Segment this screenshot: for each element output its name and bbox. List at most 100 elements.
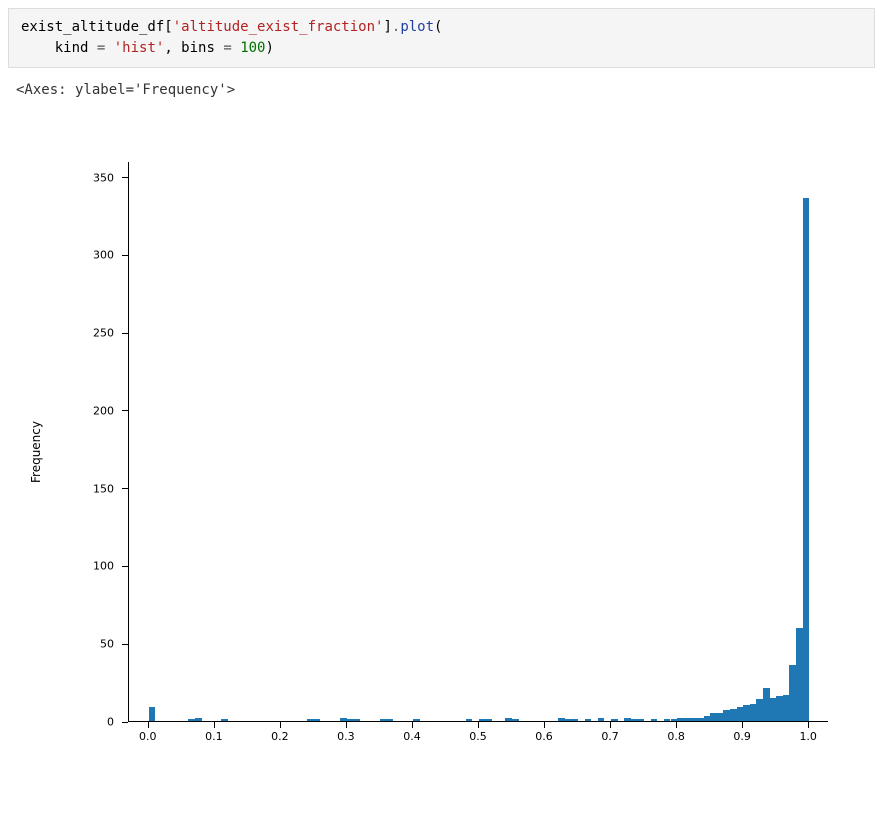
histogram-bar xyxy=(565,719,572,721)
code-token: 100 xyxy=(240,40,265,56)
histogram-bar xyxy=(796,628,803,721)
histogram-bar xyxy=(624,718,631,721)
y-tick: 250 xyxy=(73,333,128,334)
x-tick-label: 0.2 xyxy=(271,730,289,743)
histogram-bar xyxy=(671,719,678,721)
histogram-bar xyxy=(743,705,750,721)
code-token: ) xyxy=(265,40,273,56)
x-tick-label: 0.9 xyxy=(733,730,751,743)
histogram-bar xyxy=(611,719,618,721)
x-tick-mark xyxy=(610,722,611,728)
y-tick: 150 xyxy=(73,489,128,490)
x-tick-mark xyxy=(676,722,677,728)
code-token: bins xyxy=(181,40,215,56)
x-tick-label: 0.6 xyxy=(535,730,553,743)
histogram-bar xyxy=(347,719,354,721)
histogram-bar xyxy=(717,713,724,721)
y-tick-label: 50 xyxy=(100,638,114,651)
code-token: exist_altitude_df xyxy=(21,19,164,35)
x-tick-mark xyxy=(478,722,479,728)
code-token: 'altitude_exist_fraction' xyxy=(173,19,384,35)
y-tick-label: 200 xyxy=(93,404,114,417)
code-cell: exist_altitude_df['altitude_exist_fracti… xyxy=(8,8,875,68)
y-tick-label: 350 xyxy=(93,171,114,184)
histogram-bar xyxy=(704,716,711,721)
y-tick: 300 xyxy=(73,255,128,256)
histogram-bar xyxy=(723,710,730,721)
code-token: kind xyxy=(55,40,89,56)
histogram-bar xyxy=(789,665,796,721)
histogram-bar xyxy=(314,719,321,721)
histogram-chart: Frequency 0 50 100 150 200 250 300 350 0.0 0.1 0.… xyxy=(28,142,848,762)
histogram-bar xyxy=(598,718,605,721)
histogram-bar xyxy=(730,709,737,721)
output-text: <Axes: ylabel='Frequency'> xyxy=(8,78,875,102)
y-tick-label: 100 xyxy=(93,560,114,573)
histogram-bar xyxy=(690,718,697,721)
code-token: [ xyxy=(164,19,172,35)
y-tick: 200 xyxy=(73,411,128,412)
histogram-bar xyxy=(770,698,777,721)
x-tick-mark xyxy=(742,722,743,728)
histogram-bar xyxy=(684,718,691,721)
y-tick: 100 xyxy=(73,566,128,567)
histogram-bar xyxy=(558,718,565,721)
x-tick-mark xyxy=(214,722,215,728)
histogram-bar xyxy=(221,719,228,721)
histogram-bar xyxy=(750,704,757,721)
histogram-bar xyxy=(466,719,473,721)
x-tick-mark xyxy=(148,722,149,728)
x-tick-label: 0.5 xyxy=(469,730,487,743)
plot-area xyxy=(128,162,828,722)
x-tick-mark xyxy=(280,722,281,728)
x-tick-label: 1.0 xyxy=(799,730,817,743)
histogram-bar xyxy=(677,718,684,721)
histogram-bar xyxy=(571,719,578,721)
histogram-bars xyxy=(129,162,828,721)
y-axis-label: Frequency xyxy=(29,421,43,483)
histogram-bar xyxy=(637,719,644,721)
histogram-bar xyxy=(354,719,361,721)
histogram-bar xyxy=(188,719,195,721)
histogram-bar xyxy=(479,719,486,721)
x-tick-label: 0.0 xyxy=(139,730,157,743)
y-tick-label: 250 xyxy=(93,327,114,340)
histogram-bar xyxy=(763,688,770,721)
y-tick-label: 150 xyxy=(93,482,114,495)
histogram-bar xyxy=(195,718,202,721)
histogram-bar xyxy=(380,719,387,721)
histogram-bar xyxy=(340,718,347,721)
histogram-bar xyxy=(710,713,717,721)
y-tick: 0 xyxy=(73,722,128,723)
histogram-bar xyxy=(307,719,314,721)
x-tick-label: 0.1 xyxy=(205,730,223,743)
y-tick-label: 0 xyxy=(107,716,114,729)
code-token: 'hist' xyxy=(114,40,165,56)
code-token: , xyxy=(164,40,181,56)
histogram-bar xyxy=(783,695,790,721)
histogram-bar xyxy=(651,719,658,721)
histogram-bar xyxy=(803,198,810,721)
code-token: ( xyxy=(434,19,442,35)
histogram-bar xyxy=(512,719,519,721)
x-axis: 0.00.10.20.30.40.50.60.70.80.91.0 xyxy=(128,722,828,752)
histogram-bar xyxy=(631,719,638,721)
y-axis: 0 50 100 150 200 250 300 350 xyxy=(73,162,128,722)
x-tick-label: 0.3 xyxy=(337,730,355,743)
histogram-bar xyxy=(387,719,394,721)
histogram-bar xyxy=(776,696,783,721)
histogram-bar xyxy=(697,718,704,721)
code-token: ] xyxy=(383,19,391,35)
x-tick-mark xyxy=(544,722,545,728)
x-tick-label: 0.4 xyxy=(403,730,421,743)
x-tick-mark xyxy=(808,722,809,728)
histogram-bar xyxy=(486,719,493,721)
histogram-bar xyxy=(664,719,671,721)
histogram-bar xyxy=(585,719,592,721)
code-token: plot xyxy=(400,19,434,35)
y-tick-label: 300 xyxy=(93,249,114,262)
histogram-bar xyxy=(737,707,744,721)
histogram-bar xyxy=(149,707,156,721)
code-token: = xyxy=(215,40,240,56)
histogram-bar xyxy=(756,699,763,721)
